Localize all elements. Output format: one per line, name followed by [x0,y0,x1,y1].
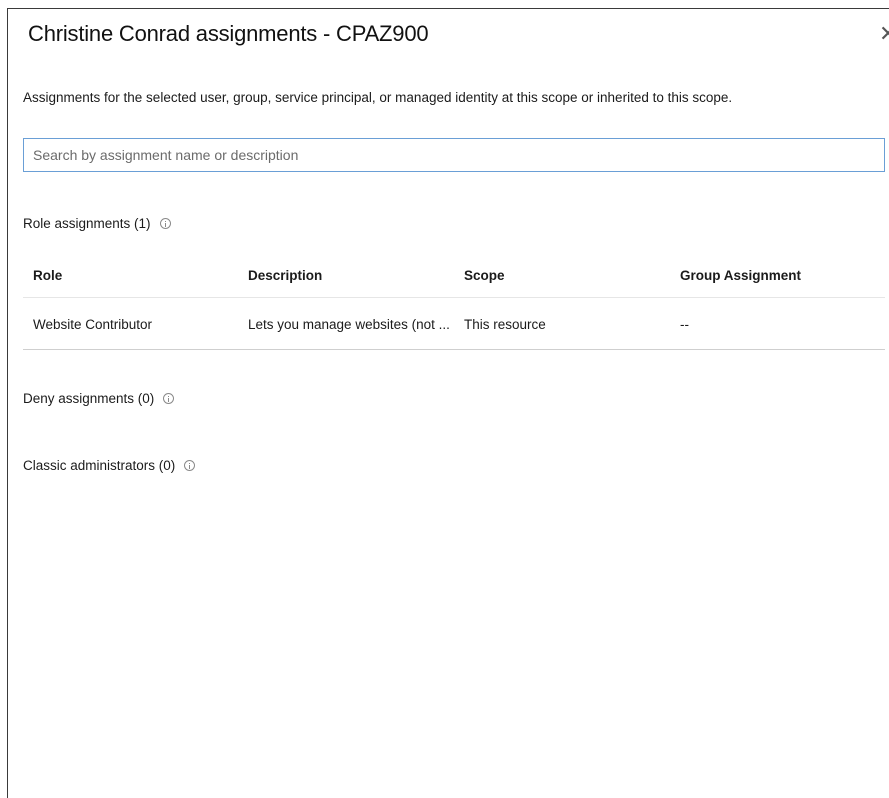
table-row[interactable]: Website Contributor Lets you manage webs… [23,298,885,350]
info-icon[interactable] [184,460,196,471]
deny-assignments-label: Deny assignments (0) [23,391,155,406]
role-assignments-heading: Role assignments (1) [23,216,171,231]
panel-title: Christine Conrad assignments - CPAZ900 [28,21,429,46]
column-header-scope[interactable]: Scope [464,268,505,283]
classic-administrators-heading: Classic administrators (0) [23,458,196,473]
close-icon[interactable]: ✕ [879,21,889,47]
info-icon[interactable] [159,218,171,229]
role-link[interactable]: Website Contributor [33,317,152,332]
column-header-description[interactable]: Description [248,268,322,283]
role-assignments-label: Role assignments (1) [23,216,151,231]
role-assignments-table: Role Description Scope Group Assignment … [23,253,885,350]
deny-assignments-heading: Deny assignments (0) [23,391,175,406]
role-group-assignment: -- [680,317,689,332]
role-scope: This resource [464,317,546,332]
column-header-group-assignment[interactable]: Group Assignment [680,268,801,283]
table-header-row: Role Description Scope Group Assignment [23,253,885,298]
role-description: Lets you manage websites (not ... [248,317,450,332]
classic-administrators-label: Classic administrators (0) [23,458,176,473]
info-icon[interactable] [163,393,175,404]
panel-description: Assignments for the selected user, group… [23,90,733,105]
search-input[interactable] [23,138,885,172]
column-header-role[interactable]: Role [33,268,62,283]
assignments-panel: Christine Conrad assignments - CPAZ900 ✕… [7,8,889,798]
